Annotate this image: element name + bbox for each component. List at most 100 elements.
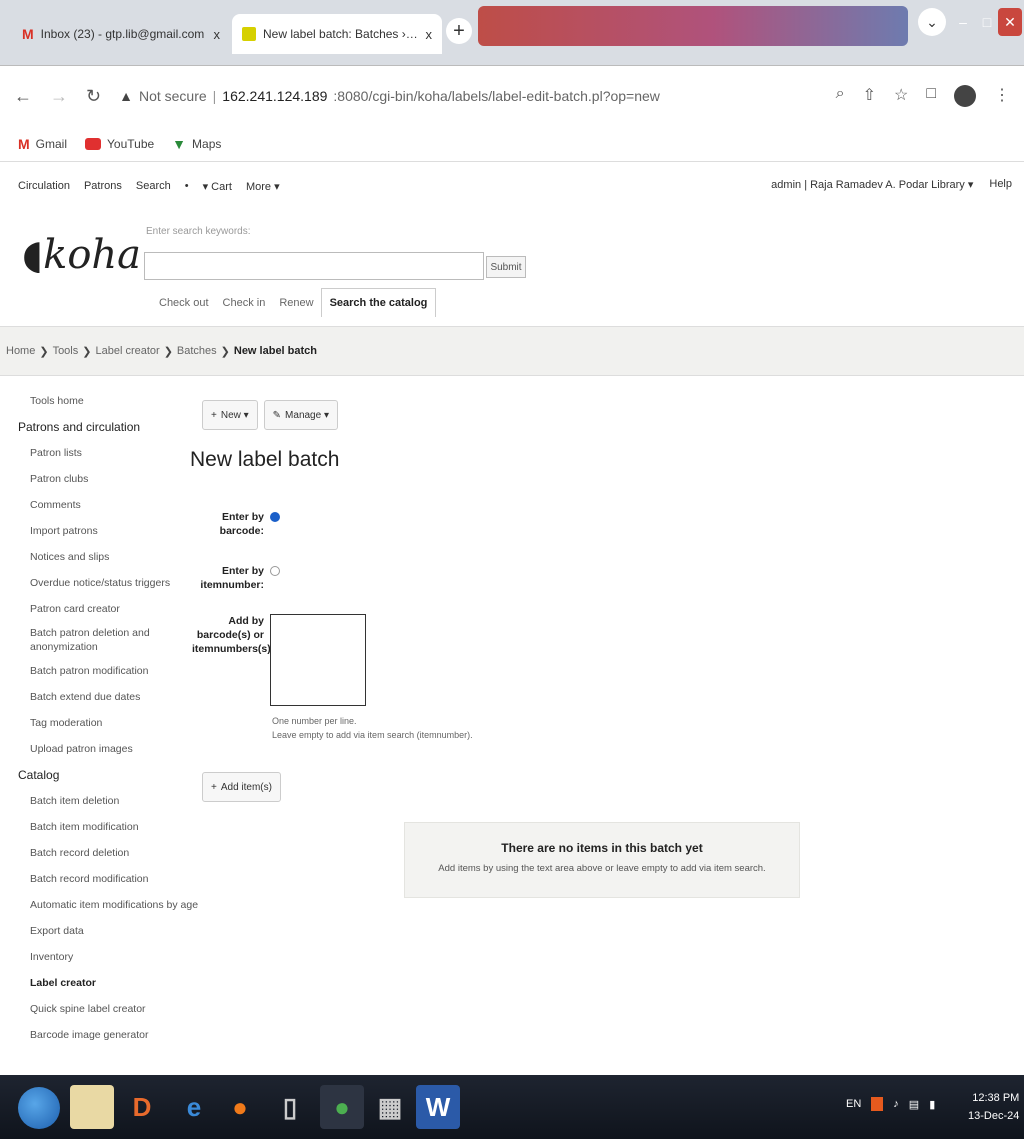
menu-icon[interactable]: ⋮	[994, 85, 1010, 107]
browser-tabstrip: M Inbox (23) - gtp.lib@gmail.com x New l…	[0, 0, 1024, 66]
sidebar-item[interactable]: Export data	[18, 918, 188, 944]
chevron-right-icon: ❯	[163, 345, 173, 358]
tab-koha[interactable]: New label batch: Batches › Labels x	[232, 14, 442, 54]
tab-renew[interactable]: Renew	[272, 291, 320, 315]
flag-icon[interactable]	[871, 1097, 884, 1111]
bookmark-maps[interactable]: ▼ Maps	[172, 136, 221, 152]
nav-search[interactable]: Search	[136, 180, 171, 192]
sidebar-item[interactable]: Barcode image generator	[18, 1022, 188, 1048]
sidebar-item[interactable]: Batch item modification	[18, 814, 188, 840]
minimize-icon[interactable]: –	[952, 8, 974, 36]
breadcrumb: Home ❯ Tools ❯ Label creator ❯ Batches ❯…	[0, 326, 1024, 376]
itemnumber-radio[interactable]	[270, 566, 280, 576]
breadcrumb-tools[interactable]: Tools	[53, 345, 79, 357]
sidebar-item[interactable]: Batch patron modification	[18, 658, 188, 684]
bookmark-label: Gmail	[35, 136, 68, 151]
file-explorer-icon[interactable]	[70, 1085, 114, 1129]
network-icon[interactable]: ▤	[909, 1098, 919, 1111]
manage-button[interactable]: ✎ Manage ▾	[263, 400, 338, 430]
gmail-icon: M	[18, 135, 30, 152]
nav-more[interactable]: More ▾	[246, 180, 280, 193]
sidebar-item[interactable]: Batch extend due dates	[18, 684, 188, 710]
breadcrumb-batches[interactable]: Batches	[177, 345, 217, 357]
forward-icon[interactable]: →	[50, 86, 68, 107]
sidebar-item[interactable]: Batch record deletion	[18, 840, 188, 866]
hint-leave-empty: Leave empty to add via item search (item…	[272, 730, 473, 740]
sidebar-item[interactable]: Batch item deletion	[18, 788, 188, 814]
sidebar-item[interactable]: Patron clubs	[18, 466, 188, 492]
help-link[interactable]: Help	[989, 178, 1012, 191]
tab-gmail[interactable]: M Inbox (23) - gtp.lib@gmail.com x	[12, 14, 230, 54]
new-tab-button[interactable]: +	[446, 18, 472, 44]
sidebar-item-label-creator[interactable]: Label creator	[18, 970, 188, 996]
sidebar-item[interactable]: Import patrons	[18, 518, 188, 544]
close-tab-icon[interactable]: x	[426, 27, 433, 42]
sidebar-item[interactable]: Batch patron deletion and anonymization	[18, 622, 188, 658]
zoom-icon[interactable]: ⌕	[836, 85, 845, 107]
nav-circulation[interactable]: Circulation	[18, 180, 70, 192]
chrome-icon[interactable]: ●	[320, 1085, 364, 1129]
sidebar-item[interactable]: Automatic item modifications by age	[18, 892, 198, 918]
empty-text: Add items by using the text area above o…	[438, 863, 766, 874]
url-path: :8080/cgi-bin/koha/labels/label-edit-bat…	[333, 88, 660, 104]
barcode-textarea[interactable]	[270, 614, 366, 706]
breadcrumb-home[interactable]: Home	[6, 345, 35, 357]
tab-title: Inbox (23) - gtp.lib@gmail.com	[40, 27, 205, 41]
media-player-icon[interactable]: D	[120, 1085, 164, 1129]
plus-icon: +	[211, 781, 217, 793]
volume-icon[interactable]: ♪	[893, 1098, 899, 1110]
sidebar-item[interactable]: Overdue notice/status triggers	[18, 570, 188, 596]
sidebar-item[interactable]: Batch record modification	[18, 866, 188, 892]
side-panel-icon[interactable]: □	[926, 85, 936, 107]
user-menu[interactable]: admin | Raja Ramadev A. Podar Library ▾	[771, 178, 973, 191]
back-icon[interactable]: ←	[14, 86, 32, 107]
breadcrumb-label-creator[interactable]: Label creator	[95, 345, 159, 357]
sidebar-item[interactable]: Upload patron images	[18, 736, 188, 762]
submit-button[interactable]: Submit	[486, 256, 526, 278]
language-indicator[interactable]: EN	[846, 1098, 861, 1110]
security-label: Not secure	[138, 88, 207, 104]
reload-icon[interactable]: ↻	[86, 86, 101, 107]
url-field[interactable]: ▲ Not secure | 162.241.124.189:8080/cgi-…	[119, 79, 818, 113]
sidebar-item[interactable]: Inventory	[18, 944, 188, 970]
internet-explorer-icon[interactable]: e	[172, 1085, 216, 1129]
tab-search-catalog[interactable]: Search the catalog	[320, 288, 437, 317]
close-tab-icon[interactable]: x	[214, 27, 221, 42]
start-button[interactable]	[18, 1087, 60, 1129]
tab-check-out[interactable]: Check out	[152, 291, 216, 315]
sidebar-item[interactable]: Tag moderation	[18, 710, 188, 736]
maximize-icon[interactable]: □	[976, 8, 998, 36]
document-icon[interactable]: ▯	[268, 1085, 312, 1129]
sidebar-item[interactable]: Patron lists	[18, 440, 188, 466]
bookmark-youtube[interactable]: YouTube	[85, 137, 154, 151]
tab-search-chevron-icon[interactable]: ⌄	[918, 8, 946, 36]
tab-check-in[interactable]: Check in	[216, 291, 273, 315]
nav-patrons[interactable]: Patrons	[84, 180, 122, 192]
tab-title: New label batch: Batches › Labels	[263, 27, 419, 41]
new-button[interactable]: + New ▾	[202, 400, 258, 430]
sidebar-item[interactable]: Comments	[18, 492, 188, 518]
sidebar-item[interactable]: Quick spine label creator	[18, 996, 188, 1022]
add-items-button-label: Add item(s)	[220, 781, 272, 793]
printer-icon[interactable]: ▦	[368, 1085, 412, 1129]
address-bar: ← → ↻ ▲ Not secure | 162.241.124.189:808…	[0, 66, 1024, 126]
power-icon[interactable]: ▮	[929, 1098, 935, 1111]
search-hint: Enter search keywords:	[146, 226, 251, 237]
nav-cart[interactable]: ▾ Cart	[203, 180, 232, 193]
sidebar-item[interactable]: Notices and slips	[18, 544, 188, 570]
firefox-icon[interactable]: ●	[218, 1085, 262, 1129]
word-icon[interactable]: W	[416, 1085, 460, 1129]
catalog-search-input[interactable]	[144, 252, 484, 280]
add-items-button[interactable]: + Add item(s)	[202, 772, 281, 802]
bookmark-gmail[interactable]: M Gmail	[18, 136, 67, 152]
close-window-icon[interactable]: ✕	[998, 8, 1022, 36]
sidebar-item[interactable]: Patron card creator	[18, 596, 188, 622]
profile-avatar[interactable]	[954, 85, 976, 107]
sidebar-item-tools-home[interactable]: Tools home	[18, 388, 188, 414]
share-icon[interactable]: ⇧	[863, 85, 876, 107]
sidebar-section-heading: Patrons and circulation	[18, 420, 141, 434]
koha-logo[interactable]: ◖koha	[22, 232, 141, 278]
barcode-radio[interactable]	[270, 512, 280, 522]
bookmark-star-icon[interactable]: ☆	[894, 85, 908, 107]
clock[interactable]: 12:38 PM 13-Dec-24	[968, 1089, 1019, 1125]
